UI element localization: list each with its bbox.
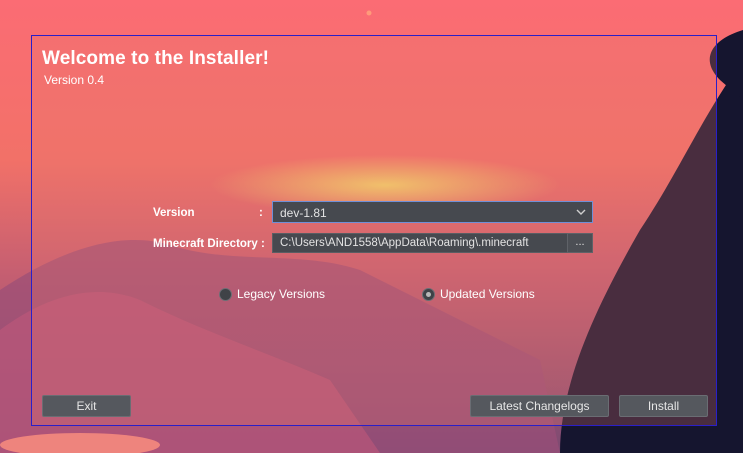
updated-versions-radio[interactable]: Updated Versions [422,285,535,303]
installer-panel: Welcome to the Installer! Version 0.4 Ve… [31,35,717,426]
legacy-radio-circle [219,287,232,301]
updated-radio-circle [422,287,435,301]
version-label: Version [153,207,195,219]
installer-title: Welcome to the Installer! [42,48,270,69]
directory-label: Minecraft Directory : [153,238,265,250]
version-select[interactable]: dev-1.81 [272,201,593,223]
legacy-versions-radio[interactable]: Legacy Versions [219,285,325,303]
chevron-down-icon [576,209,586,215]
legacy-radio-label: Legacy Versions [237,287,326,301]
version-select-value: dev-1.81 [280,206,327,220]
browse-button[interactable]: ... [567,233,593,253]
directory-field[interactable]: C:\Users\AND1558\AppData\Roaming\.minecr… [272,233,568,253]
directory-field-value: C:\Users\AND1558\AppData\Roaming\.minecr… [280,237,529,249]
version-colon: : [259,207,263,219]
exit-button[interactable]: Exit [42,395,131,417]
updated-radio-label: Updated Versions [440,287,535,301]
install-button[interactable]: Install [619,395,708,417]
latest-changelogs-button[interactable]: Latest Changelogs [470,395,609,417]
version-subtitle: Version 0.4 [44,73,105,87]
